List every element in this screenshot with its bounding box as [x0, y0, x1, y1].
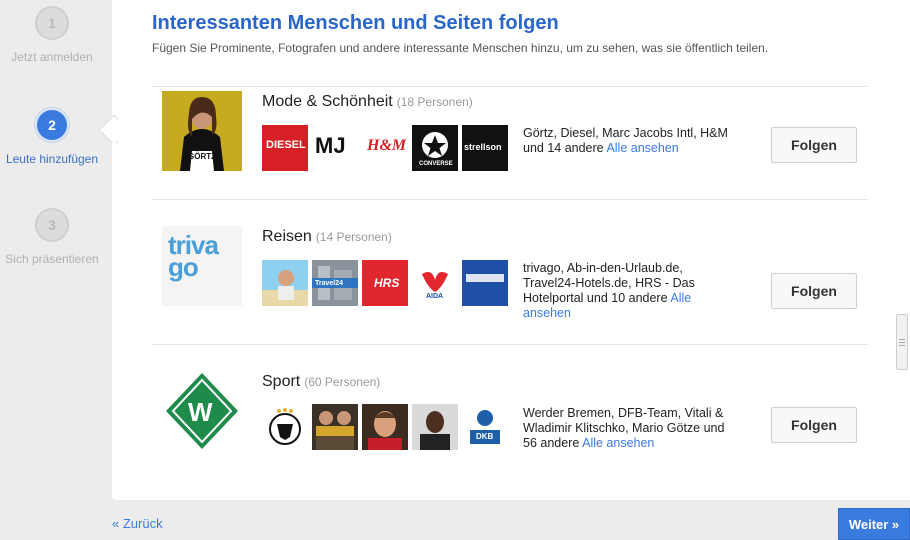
- dfb-eagle-icon: [269, 408, 301, 445]
- thumb-label: DKB: [476, 432, 494, 441]
- thumb-goetze: [362, 404, 408, 450]
- step-number: 3: [35, 208, 69, 242]
- step-label: Jetzt anmelden: [11, 50, 93, 64]
- page-subtitle: Fügen Sie Prominente, Fotografen und and…: [152, 41, 769, 55]
- thumb-label: strellson: [464, 142, 502, 152]
- cover-label: W: [188, 397, 213, 427]
- follow-button[interactable]: Folgen: [771, 273, 857, 309]
- handball-icon: [470, 410, 500, 444]
- step-add-people: 2 Leute hinzufügen: [0, 108, 104, 167]
- thumb-klitschko: [312, 404, 358, 450]
- thumb-hrs: HRS: [362, 260, 408, 306]
- category-description: Görtz, Diesel, Marc Jacobs Intl, H&M und…: [523, 126, 728, 156]
- step-label: Leute hinzufügen: [5, 152, 99, 166]
- category-description: trivago, Ab-in-den-Urlaub.de, Travel24-H…: [523, 261, 728, 321]
- category-title: Reisen: [262, 228, 312, 245]
- thumb-label: DIESEL: [266, 139, 306, 151]
- category-name: Sport (60 Personen): [262, 373, 380, 391]
- follow-button[interactable]: Folgen: [771, 127, 857, 163]
- page-title: Interessanten Menschen und Seiten folgen: [152, 12, 559, 34]
- cover-label: trivago: [168, 230, 219, 282]
- category-title: Mode & Schönheit: [262, 93, 393, 110]
- thumb-label: MJ: [315, 133, 346, 158]
- step-present-yourself: 3 Sich präsentieren: [0, 208, 104, 267]
- step-sign-in: 1 Jetzt anmelden: [0, 6, 104, 65]
- category-count: (18 Personen): [396, 95, 473, 109]
- thumb-ab-in-den-urlaub: [262, 260, 308, 306]
- thumb-hm: H&M: [362, 125, 408, 171]
- step-number: 1: [35, 6, 69, 40]
- category-count: (60 Personen): [304, 375, 381, 389]
- thumb-marc-jacobs: MJ: [312, 125, 358, 171]
- back-link[interactable]: « Zurück: [112, 516, 163, 531]
- grip-line: [899, 345, 905, 346]
- thumb-dfb: [262, 404, 308, 450]
- step-number: 2: [35, 108, 69, 142]
- category-cover-image: trivago: [162, 226, 242, 306]
- category-cover-image: GÖRTZ: [162, 91, 242, 171]
- thumbnail-row: Travel24 HRS AIDA: [262, 260, 508, 306]
- thumb-label: HRS: [374, 276, 400, 290]
- grip-line: [899, 342, 905, 343]
- scrollbar[interactable]: [894, 86, 910, 470]
- thumb-converse: CONVERSE: [412, 125, 458, 171]
- thumbnail-row: DKB: [262, 404, 508, 450]
- thumb-hotelreservierung: [462, 260, 508, 306]
- cover-label: GÖRTZ: [188, 152, 216, 161]
- grip-line: [899, 339, 905, 340]
- thumb-travel24: Travel24: [312, 260, 358, 306]
- thumb-strellson: strellson: [462, 125, 508, 171]
- stepper: 1 Jetzt anmelden 2 Leute hinzufügen 3 Si…: [0, 0, 112, 500]
- category-description: Werder Bremen, DFB-Team, Vitali & Wladim…: [523, 406, 728, 451]
- category-sport: W Sport (60 Personen) DKB Werder Bremen,…: [152, 345, 868, 468]
- next-button[interactable]: Weiter »: [838, 508, 910, 540]
- thumb-label: Travel24: [315, 280, 344, 287]
- thumb-player: [412, 404, 458, 450]
- thumb-label: H&M: [367, 137, 407, 154]
- thumb-diesel: DIESEL: [262, 125, 308, 171]
- category-fashion: GÖRTZ Mode & Schönheit (18 Personen) DIES…: [152, 87, 868, 200]
- category-name: Mode & Schönheit (18 Personen): [262, 93, 473, 111]
- category-cover-image: W: [162, 371, 242, 451]
- category-title: Sport: [262, 373, 301, 390]
- scrollbar-thumb[interactable]: [896, 314, 908, 370]
- thumb-aida: AIDA: [412, 260, 458, 306]
- thumb-label: CONVERSE: [419, 161, 453, 167]
- thumb-dkb: DKB: [462, 404, 508, 450]
- category-name: Reisen (14 Personen): [262, 228, 392, 246]
- see-all-link[interactable]: Alle ansehen: [582, 436, 654, 450]
- thumb-label: AIDA: [426, 293, 444, 300]
- step-label: Sich präsentieren: [5, 252, 99, 266]
- see-all-link[interactable]: Alle ansehen: [606, 141, 678, 155]
- category-list[interactable]: GÖRTZ Mode & Schönheit (18 Personen) DIES…: [152, 86, 868, 468]
- follow-button[interactable]: Folgen: [771, 407, 857, 443]
- active-step-pointer: [98, 115, 118, 143]
- category-count: (14 Personen): [315, 230, 392, 244]
- category-travel: trivago Reisen (14 Personen) Travel24 HR…: [152, 200, 868, 345]
- thumbnail-row: DIESEL MJ H&M CONVERSE strellson: [262, 125, 508, 171]
